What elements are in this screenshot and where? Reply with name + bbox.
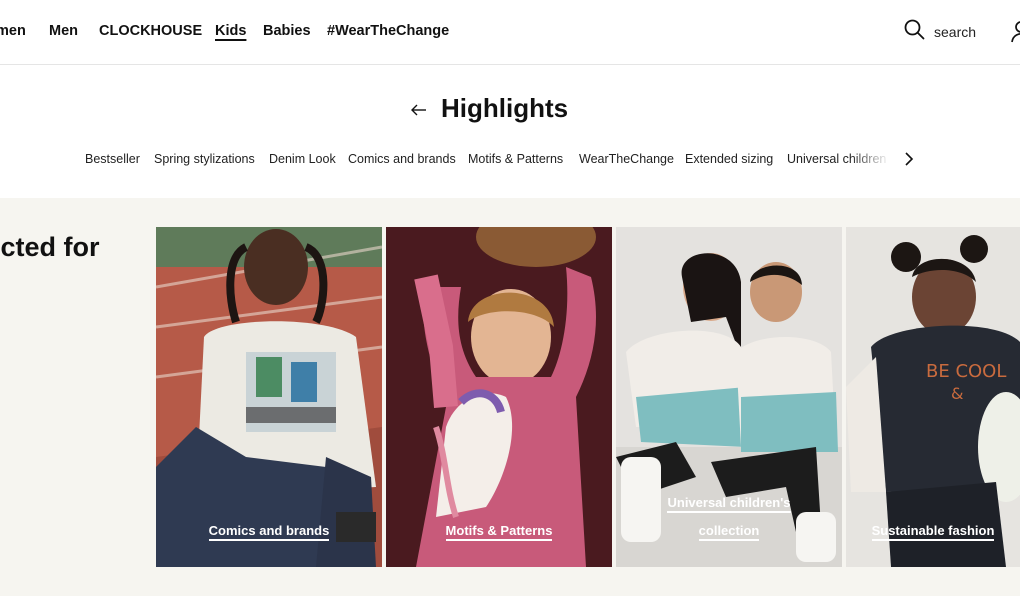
- category-denim-look[interactable]: Denim Look: [269, 152, 336, 166]
- search-label: search: [934, 24, 977, 40]
- card-motifs-patterns[interactable]: Motifs & Patterns: [386, 227, 612, 567]
- card-label: Sustainable fashion: [871, 523, 995, 541]
- category-fade: [850, 146, 890, 174]
- nav-item-men[interactable]: Men: [49, 23, 78, 39]
- user-icon[interactable]: [1010, 20, 1020, 49]
- card-label: Motifs & Patterns: [445, 523, 553, 541]
- card-sustainable-fashion[interactable]: BE COOL & Sustainable fashion: [846, 227, 1020, 567]
- kid-minecraft-photo: [156, 227, 382, 567]
- nav-item-kids[interactable]: Kids: [215, 23, 246, 39]
- svg-text:&: &: [951, 384, 963, 403]
- nav-item-babies[interactable]: Babies: [263, 23, 311, 39]
- category-spring-stylizations[interactable]: Spring stylizations: [154, 152, 255, 166]
- top-navigation: men Men CLOCKHOUSE Kids Babies #WearTheC…: [0, 0, 1020, 65]
- card-comics-and-brands[interactable]: Comics and brands: [156, 227, 382, 567]
- card-label-line2: collection: [698, 523, 760, 541]
- category-extended-sizing[interactable]: Extended sizing: [685, 152, 773, 166]
- search-button[interactable]: search: [904, 19, 977, 45]
- girl-unicorn-photo: [386, 227, 612, 567]
- section-title: lected for u: [0, 230, 100, 300]
- selected-section: lected for u Comics and brands: [0, 198, 1020, 596]
- arrow-left-icon[interactable]: [410, 101, 428, 124]
- nav-item-women[interactable]: men: [0, 23, 26, 39]
- search-icon: [904, 19, 925, 45]
- svg-text:BE COOL: BE COOL: [926, 361, 1006, 382]
- section-title-line1: lected for: [0, 232, 100, 262]
- card-label: Comics and brands: [208, 523, 330, 541]
- girl-be-kind-photo: BE COOL &: [846, 227, 1020, 567]
- card-label-line1: Universal children's: [667, 495, 791, 513]
- nav-item-clockhouse[interactable]: CLOCKHOUSE: [99, 23, 202, 39]
- nav-item-wearthechange[interactable]: #WearTheChange: [327, 23, 449, 39]
- chevron-right-icon[interactable]: [902, 151, 916, 172]
- card-universal-childrens-collection[interactable]: Universal children's collection: [616, 227, 842, 567]
- category-motifs-patterns[interactable]: Motifs & Patterns: [468, 152, 563, 166]
- category-comics-and-brands[interactable]: Comics and brands: [348, 152, 456, 166]
- category-bestseller[interactable]: Bestseller: [85, 152, 140, 166]
- page-title: Highlights: [441, 93, 569, 123]
- category-wearthechange[interactable]: WearTheChange: [579, 152, 674, 166]
